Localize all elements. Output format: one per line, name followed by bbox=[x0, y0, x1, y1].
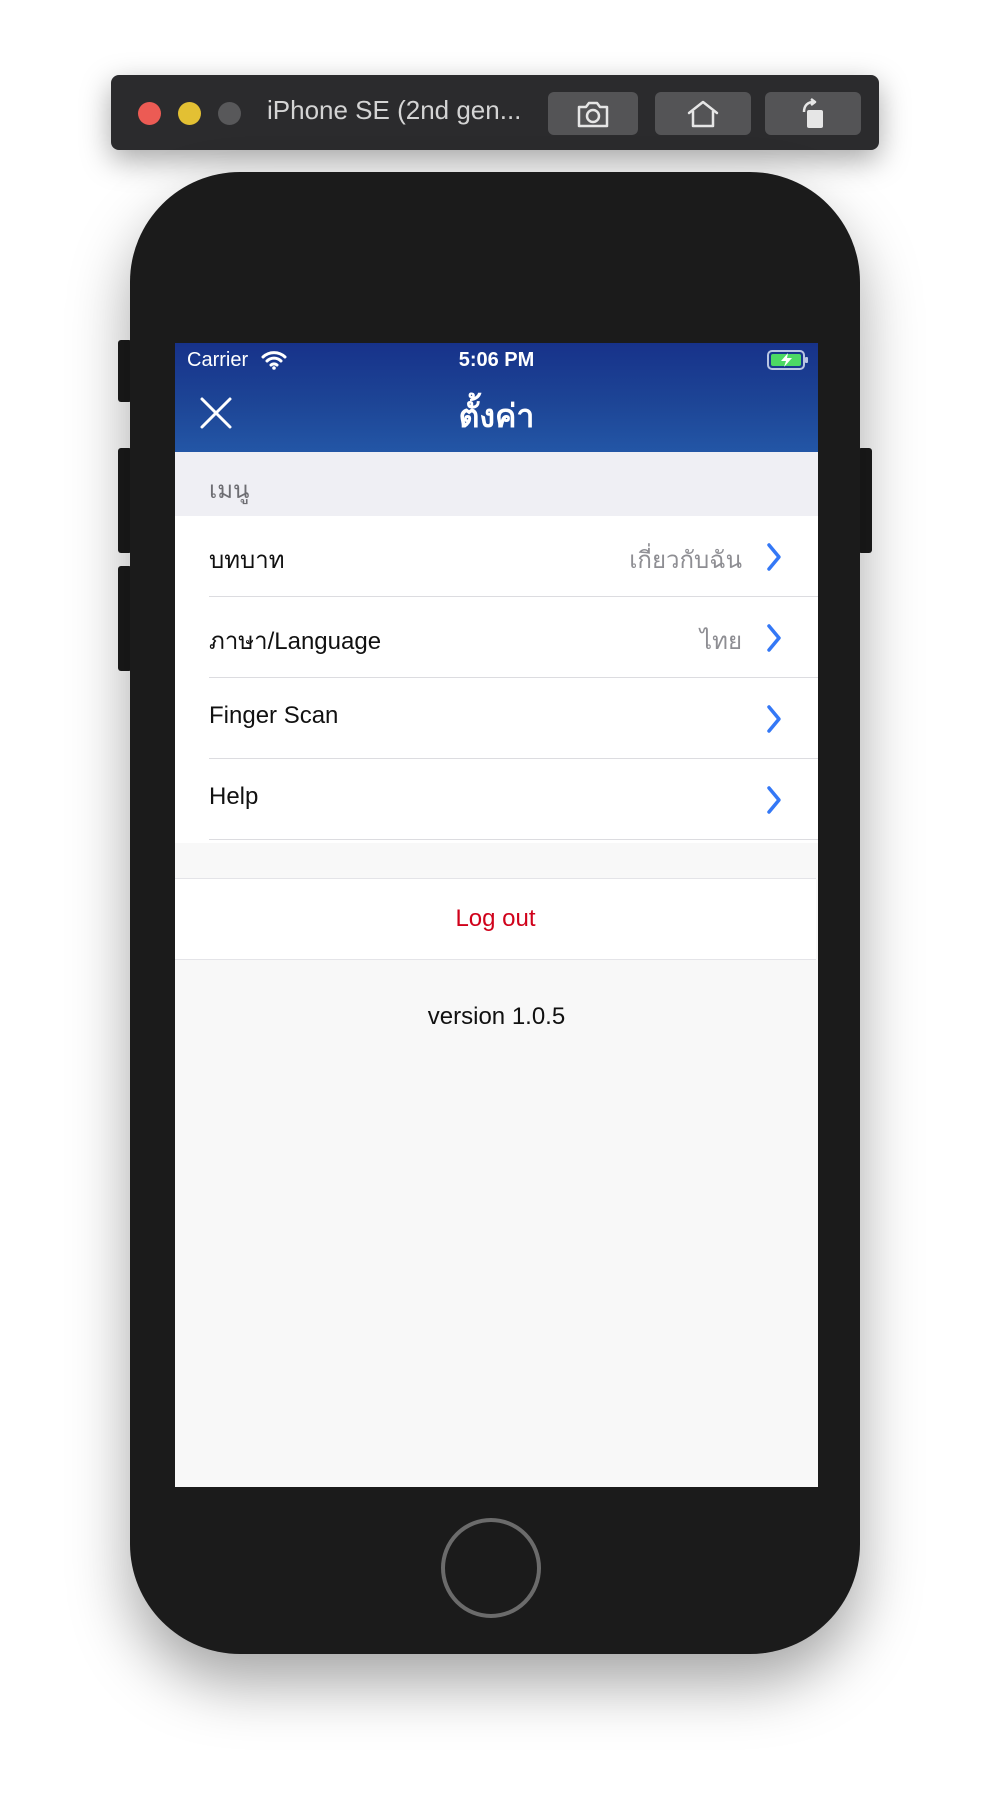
app-screen: Carrier 5:06 PM ตั้งค่า เมนู บทบาท เกี่ย… bbox=[175, 343, 818, 1487]
home-icon bbox=[687, 100, 719, 127]
screenshot-icon bbox=[577, 101, 609, 127]
navigation-bar: Carrier 5:06 PM ตั้งค่า bbox=[175, 343, 818, 452]
home-button-toolbar[interactable] bbox=[655, 92, 751, 135]
chevron-right-icon bbox=[767, 624, 781, 652]
menu-item-help[interactable]: Help bbox=[175, 759, 818, 840]
menu-item-label: ภาษา/Language bbox=[209, 628, 382, 655]
minimize-window-button[interactable] bbox=[178, 102, 201, 125]
rotate-icon bbox=[802, 97, 823, 128]
menu-item-label: Help bbox=[209, 783, 259, 810]
row-separator bbox=[209, 839, 818, 840]
menu-item-label: Finger Scan bbox=[209, 702, 339, 729]
phone-home-button[interactable] bbox=[441, 1518, 541, 1618]
chevron-right-icon bbox=[767, 705, 781, 733]
zoom-window-button[interactable] bbox=[218, 102, 241, 125]
chevron-right-icon bbox=[767, 786, 781, 814]
section-header-label: เมนู bbox=[209, 477, 250, 504]
logout-label: Log out bbox=[455, 905, 536, 932]
section-header: เมนู bbox=[175, 452, 818, 516]
menu-item-language[interactable]: ภาษา/Language ไทย bbox=[175, 597, 818, 678]
power-button bbox=[858, 448, 872, 553]
screenshot-button[interactable] bbox=[548, 92, 638, 135]
chevron-right-icon bbox=[767, 543, 781, 571]
menu-item-value: เกี่ยวกับฉัน bbox=[629, 547, 742, 574]
page-title: ตั้งค่า bbox=[458, 398, 535, 434]
logout-button[interactable]: Log out bbox=[175, 878, 816, 960]
menu-item-finger-scan[interactable]: Finger Scan bbox=[175, 678, 818, 759]
simulator-stage: iPhone SE (2nd gen... Carrier 5:06 PM ตั… bbox=[0, 0, 990, 1804]
rotate-button[interactable] bbox=[765, 92, 861, 135]
status-time: 5:06 PM bbox=[458, 349, 535, 371]
app-version: version 1.0.5 bbox=[427, 1003, 566, 1030]
battery-charging-icon bbox=[767, 350, 808, 370]
menu-item-value: ไทย bbox=[700, 628, 742, 655]
simulator-title: iPhone SE (2nd gen... bbox=[267, 95, 522, 125]
settings-menu: บทบาท เกี่ยวกับฉัน ภาษา/Language ไทย Fin… bbox=[175, 516, 818, 843]
simulator-toolbar: iPhone SE (2nd gen... bbox=[111, 75, 879, 150]
menu-item-role[interactable]: บทบาท เกี่ยวกับฉัน bbox=[175, 516, 818, 597]
close-window-button[interactable] bbox=[138, 102, 161, 125]
menu-item-label: บทบาท bbox=[209, 547, 285, 574]
